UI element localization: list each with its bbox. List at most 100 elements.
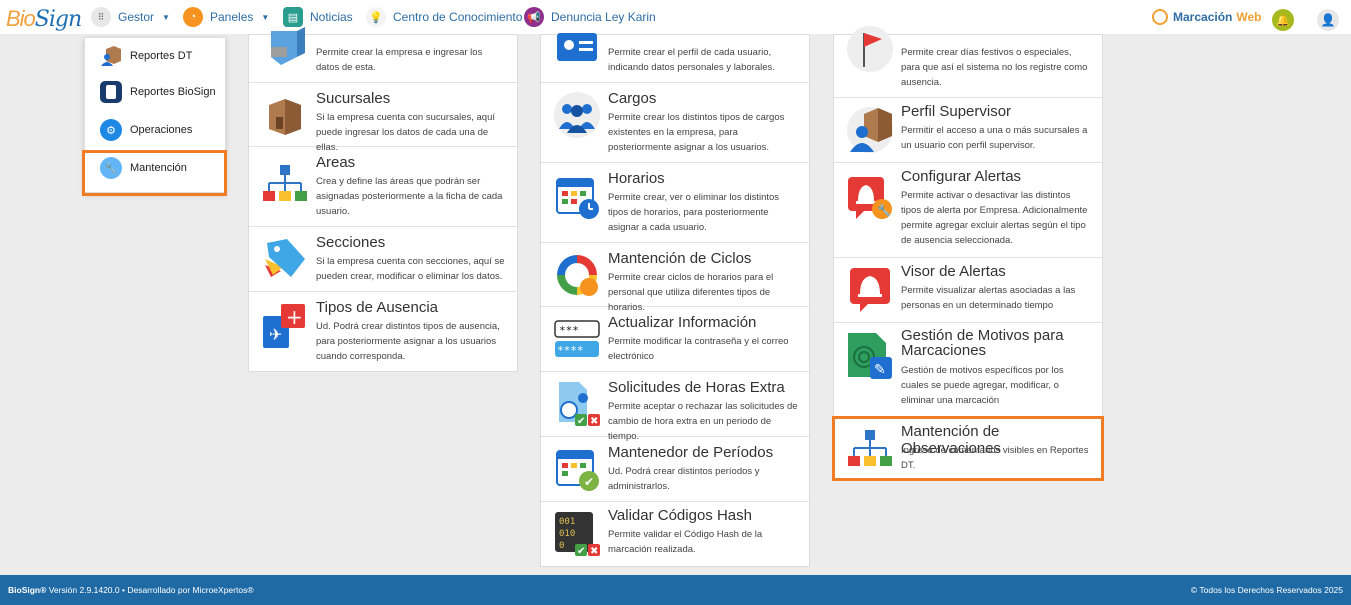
card-tipos-ausencia[interactable]: ✈ + Tipos de Ausencia Ud. Podrá crear dis… <box>249 292 517 372</box>
card-desc: Permite crear los distintos tipos de car… <box>608 112 785 153</box>
card-desc: Permite modificar la contraseña y el cor… <box>608 336 789 362</box>
card-desc: Permite activar o desactivar las distint… <box>901 190 1088 246</box>
dropdown-item-label: Reportes DT <box>130 50 193 62</box>
card-gestion-motivos[interactable]: ✎ Gestión de Motivos para Marcaciones Ge… <box>834 323 1102 418</box>
reportes-biosign-icon <box>100 81 122 103</box>
card-areas[interactable]: Areas Crea y define las áreas que podrán… <box>249 147 517 227</box>
hash-text-line-3: 0 <box>559 541 564 551</box>
nav-noticias-label: Noticias <box>310 10 353 24</box>
reportes-dt-icon <box>100 45 122 67</box>
pie-chart-icon: ◔ <box>183 7 203 27</box>
card-mantencion-ciclos[interactable]: Mantención de Ciclos Permite crear ciclo… <box>541 243 809 313</box>
building-icon <box>261 21 309 69</box>
footer-copyright: © Todos los Derechos Reservados 2025 <box>1190 585 1343 595</box>
card-desc: Permite crear la empresa e ingresar los … <box>316 47 483 73</box>
card-horarios[interactable]: Horarios Permite crear, ver o eliminar l… <box>541 163 809 243</box>
svg-text:✖: ✖ <box>590 546 598 557</box>
card-mantenedor-periodos[interactable]: ✔ Mantenedor de Períodos Ud. Podrá crear… <box>541 437 809 502</box>
dropdown-item-label: Reportes BioSign <box>130 86 216 98</box>
card-desc: Permite visualizar alertas asociadas a l… <box>901 285 1076 311</box>
highlight-mantencion <box>82 150 227 196</box>
id-card-icon <box>553 23 601 71</box>
card-secciones[interactable]: Secciones Si la empresa cuenta con secci… <box>249 227 517 292</box>
card-perfil-supervisor[interactable]: Perfil Supervisor Permitir el acceso a u… <box>834 98 1102 163</box>
card-title: Horarios <box>608 170 665 187</box>
svg-text:✖: ✖ <box>590 416 598 427</box>
calendar-clock-icon <box>553 173 601 221</box>
megaphone-icon: 📢 <box>524 7 544 27</box>
user-avatar-icon[interactable]: 👤 <box>1317 9 1339 31</box>
highlight-observaciones <box>832 416 1104 481</box>
tag-icon <box>261 237 309 285</box>
svg-text:✔: ✔ <box>584 475 594 489</box>
card-title: Solicitudes de Horas Extra <box>608 379 785 396</box>
card-desc: Permitir el acceso a una o más sucursale… <box>901 125 1088 151</box>
card-visor-alertas[interactable]: Visor de Alertas Permite visualizar aler… <box>834 258 1102 323</box>
top-navbar: BioSign ⠿ Gestor ▼ ◔ Paneles ▼ ▤ Noticia… <box>0 0 1351 34</box>
card-empresa[interactable]: Permite crear la empresa e ingresar los … <box>249 27 517 83</box>
card-desc: Si la empresa cuenta con secciones, aquí… <box>316 256 505 282</box>
card-usuarios[interactable]: Permite crear el perfil de cada usuario,… <box>541 33 809 83</box>
marcacion-label: Marcación <box>1173 10 1233 24</box>
card-desc: Permite crear días festivos o especiales… <box>901 47 1088 88</box>
nav-centro-conocimiento[interactable]: 💡 Centro de Conocimiento <box>366 6 522 28</box>
card-desc: Crea y define las áreas que podrán ser a… <box>316 176 503 217</box>
card-title: Tipos de Ausencia <box>316 299 439 316</box>
card-title: Actualizar Información <box>608 314 757 331</box>
nav-gestor-label: Gestor <box>118 10 155 24</box>
card-cargos[interactable]: Cargos Permite crear los distintos tipos… <box>541 83 809 163</box>
card-desc: Ud. Podrá crear distintos períodos y adm… <box>608 466 760 492</box>
lightbulb-icon: 💡 <box>366 7 386 27</box>
svg-text:✔: ✔ <box>577 416 585 427</box>
logo-part-sign: Sign <box>34 7 82 32</box>
marcacion-web-link[interactable]: Marcación Web <box>1152 6 1261 28</box>
footer-version: Versión 2.9.1420.0 • Desarrollado por Mi… <box>46 585 254 595</box>
menu-column-2: Permite crear el perfil de cada usuario,… <box>540 33 810 567</box>
card-desc: Permite crear el perfil de cada usuario,… <box>608 47 775 73</box>
alert-viewer-icon <box>846 266 894 314</box>
dropdown-item-label: Operaciones <box>130 124 193 136</box>
card-configurar-alertas[interactable]: 🔧 Configurar Alertas Permite activar o d… <box>834 163 1102 258</box>
footer-brand: BioSign® <box>8 585 47 595</box>
overtime-request-icon: ✔ ✖ <box>553 380 601 428</box>
card-title: Mantención de Ciclos <box>608 250 752 267</box>
card-dias-festivos[interactable]: Permite crear días festivos o especiales… <box>834 26 1102 98</box>
card-sucursales[interactable]: Sucursales Si la empresa cuenta con sucu… <box>249 83 517 153</box>
card-title: Secciones <box>316 234 386 251</box>
supervisor-icon <box>846 106 894 154</box>
hash-code-icon: 001 010 0 ✔ ✖ <box>553 510 601 558</box>
card-title: Configurar Alertas <box>901 168 1022 185</box>
card-title: Validar Códigos Hash <box>608 507 752 524</box>
dropdown-item-reportes-dt[interactable]: Reportes DT <box>85 38 225 74</box>
card-actualizar-informacion[interactable]: *** **** Actualizar Información Permite m… <box>541 307 809 372</box>
alert-settings-icon: 🔧 <box>846 175 894 223</box>
password-icon: *** **** <box>553 315 601 363</box>
card-desc: Ud. Podrá crear distintos tipos de ausen… <box>316 321 500 362</box>
marcacion-web-label: Web <box>1236 10 1262 24</box>
biosign-logo[interactable]: BioSign <box>6 6 82 32</box>
card-title: Mantenedor de Períodos <box>608 444 774 461</box>
dropdown-item-operaciones[interactable]: ⚙ Operaciones <box>85 112 225 148</box>
svg-text:✈: ✈ <box>269 325 282 344</box>
nav-paneles[interactable]: ◔ Paneles ▼ <box>183 6 269 28</box>
notification-bell-icon[interactable]: 🔔 <box>1272 9 1294 31</box>
gear-icon: ⚙ <box>100 119 122 141</box>
password-text-bottom: **** <box>557 344 584 357</box>
hash-text-line-2: 010 <box>559 529 575 539</box>
travel-absence-icon: ✈ + <box>261 302 309 350</box>
hash-text-line-1: 001 <box>559 517 575 527</box>
footer: BioSign® Versión 2.9.1420.0 • Desarrolla… <box>0 575 1351 605</box>
card-title: Perfil Supervisor <box>901 103 1012 120</box>
card-title: Sucursales <box>316 90 391 107</box>
cycle-icon <box>553 251 601 299</box>
dropdown-item-reportes-biosign[interactable]: Reportes BioSign <box>85 74 225 110</box>
footer-left: BioSign® Versión 2.9.1420.0 • Desarrolla… <box>8 585 254 595</box>
menu-column-1: Permite crear la empresa e ingresar los … <box>248 27 518 372</box>
org-chart-icon <box>261 161 309 209</box>
password-text-top: *** <box>559 324 579 337</box>
users-group-icon <box>553 91 601 139</box>
card-solicitudes-horas-extra[interactable]: ✔ ✖ Solicitudes de Horas Extra Permite ac… <box>541 372 809 442</box>
card-validar-codigos-hash[interactable]: 001 010 0 ✔ ✖ Validar Códigos Hash Permite v… <box>541 502 809 567</box>
nav-gestor[interactable]: ⠿ Gestor ▼ <box>91 6 170 28</box>
card-desc: Permite crear, ver o eliminar los distin… <box>608 192 780 233</box>
